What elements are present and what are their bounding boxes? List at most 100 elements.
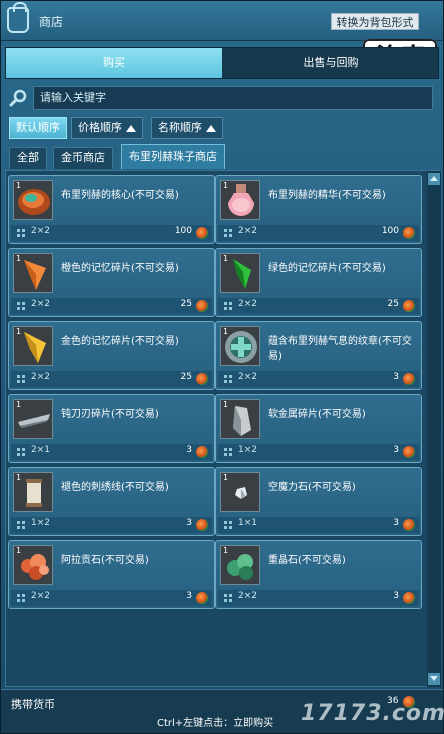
item-slot[interactable]: 1	[13, 472, 53, 512]
slot-count: 1	[223, 400, 229, 409]
item-info-bar: 2×2 25	[11, 371, 212, 387]
item-name: 褪色的刺绣线(不可交易)	[61, 482, 169, 493]
bead-currency-icon	[403, 519, 415, 531]
sort-name-button[interactable]: 名称顺序	[151, 117, 223, 139]
item-card[interactable]: 1 布里列赫的核心(不可交易) 2×2 100	[8, 175, 215, 244]
slot-count: 1	[223, 473, 229, 482]
tab-sell-buyback[interactable]: 出售与回购	[223, 48, 439, 78]
filter-tab-brilech-bead-shop[interactable]: 布里列赫珠子商店	[121, 144, 225, 169]
item-price: 3	[186, 591, 192, 601]
item-card[interactable]: 1 钝刀刃碎片(不可交易) 2×1 3	[8, 394, 215, 463]
item-info-bar: 2×2 3	[218, 371, 419, 387]
bead-currency-icon	[403, 592, 415, 604]
grid-size-icon	[224, 594, 232, 602]
tab-buy[interactable]: 购买	[6, 48, 222, 78]
item-size: 1×2	[31, 518, 50, 528]
item-card[interactable]: 1 蕴含布里列赫气息的纹章(不可交易) 2×2 3	[215, 321, 422, 390]
bead-currency-icon	[403, 300, 415, 312]
item-name: 布里列赫的核心(不可交易)	[61, 190, 179, 201]
item-name: 钝刀刃碎片(不可交易)	[61, 409, 159, 420]
item-name: 重晶石(不可交易)	[268, 555, 346, 566]
sort-default-button[interactable]: 默认顺序	[9, 117, 67, 139]
item-name: 蕴含布里列赫气息的纹章(不可交易)	[268, 336, 412, 362]
slot-count: 1	[16, 254, 22, 263]
item-card[interactable]: 1 绿色的记忆碎片(不可交易) 2×2 25	[215, 248, 422, 317]
buy-hint: Ctrl+左键点击：立即购买	[157, 718, 274, 729]
slot-count: 1	[223, 254, 229, 263]
item-size: 2×2	[238, 372, 257, 382]
item-name: 绿色的记忆碎片(不可交易)	[268, 263, 386, 274]
shop-window: 商店 转换为背包形式 洛奇 购买 出售与回购 请输入关键字 默认顺序 价格顺序 …	[0, 0, 444, 734]
search-input[interactable]: 请输入关键字	[33, 86, 433, 110]
item-size: 2×1	[31, 445, 50, 455]
item-size: 2×2	[31, 299, 50, 309]
item-card[interactable]: 1 软金属碎片(不可交易) 1×2 3	[215, 394, 422, 463]
bead-currency-icon	[403, 373, 415, 385]
bead-currency-icon	[196, 446, 208, 458]
item-info-bar: 2×1 3	[11, 444, 212, 460]
item-info-bar: 2×2 25	[218, 298, 419, 314]
sort-price-button[interactable]: 价格顺序	[71, 117, 143, 139]
item-slot[interactable]: 1	[220, 399, 260, 439]
item-slot[interactable]: 1	[220, 253, 260, 293]
item-slot[interactable]: 1	[220, 545, 260, 585]
slot-count: 1	[223, 181, 229, 190]
item-card[interactable]: 1 金色的记忆碎片(不可交易) 2×2 25	[8, 321, 215, 390]
slot-count: 1	[16, 546, 22, 555]
currency-label: 携带货币	[11, 698, 55, 711]
slot-count: 1	[16, 473, 22, 482]
item-price: 25	[387, 299, 399, 309]
item-name: 软金属碎片(不可交易)	[268, 409, 366, 420]
item-slot[interactable]: 1	[220, 180, 260, 220]
item-info-bar: 2×2 100	[11, 225, 212, 241]
item-slot[interactable]: 1	[13, 180, 53, 220]
item-price: 3	[393, 518, 399, 528]
item-name: 金色的记忆碎片(不可交易)	[61, 336, 179, 347]
item-card[interactable]: 1 重晶石(不可交易) 2×2 3	[215, 540, 422, 609]
sort-default-label: 默认顺序	[16, 121, 60, 134]
bead-currency-icon	[196, 519, 208, 531]
bead-currency-icon	[403, 446, 415, 458]
grid-size-icon	[224, 302, 232, 310]
item-card[interactable]: 1 阿拉贡石(不可交易) 2×2 3	[8, 540, 215, 609]
item-price: 25	[180, 372, 192, 382]
item-price: 3	[393, 372, 399, 382]
window-title: 商店	[39, 15, 64, 29]
filter-tab-gold-shop[interactable]: 金币商店	[53, 147, 113, 169]
scroll-up-icon[interactable]	[428, 173, 440, 185]
scrollbar[interactable]	[427, 171, 441, 687]
item-name: 阿拉贡石(不可交易)	[61, 555, 149, 566]
item-price: 3	[186, 518, 192, 528]
bead-currency-icon	[403, 227, 415, 239]
item-size: 2×2	[31, 226, 50, 236]
item-size: 2×2	[238, 299, 257, 309]
item-slot[interactable]: 1	[220, 326, 260, 366]
shop-bag-icon	[7, 2, 29, 33]
item-size: 2×2	[238, 226, 257, 236]
item-card[interactable]: 1 空魔力石(不可交易) 1×1 3	[215, 467, 422, 536]
sort-name-label: 名称顺序	[158, 121, 202, 134]
slot-count: 1	[16, 181, 22, 190]
item-slot[interactable]: 1	[220, 472, 260, 512]
convert-to-bag-button[interactable]: 转换为背包形式	[331, 13, 419, 30]
item-card[interactable]: 1 橙色的记忆碎片(不可交易) 2×2 25	[8, 248, 215, 317]
item-slot[interactable]: 1	[13, 253, 53, 293]
item-slot[interactable]: 1	[13, 545, 53, 585]
main-tabs: 购买 出售与回购	[5, 47, 439, 79]
item-card[interactable]: 1 褪色的刺绣线(不可交易) 1×2 3	[8, 467, 215, 536]
grid-size-icon	[224, 375, 232, 383]
item-name: 空魔力石(不可交易)	[268, 482, 356, 493]
item-slot[interactable]: 1	[13, 326, 53, 366]
item-price: 3	[393, 591, 399, 601]
grid-size-icon	[224, 448, 232, 456]
grid-size-icon	[17, 229, 25, 237]
bead-currency-icon	[196, 592, 208, 604]
grid-size-icon	[17, 521, 25, 529]
item-size: 2×2	[31, 591, 50, 601]
scroll-down-icon[interactable]	[428, 673, 440, 685]
item-info-bar: 2×2 3	[218, 590, 419, 606]
item-slot[interactable]: 1	[13, 399, 53, 439]
item-info-bar: 2×2 25	[11, 298, 212, 314]
filter-tab-all[interactable]: 全部	[9, 147, 47, 169]
item-card[interactable]: 1 布里列赫的精华(不可交易) 2×2 100	[215, 175, 422, 244]
